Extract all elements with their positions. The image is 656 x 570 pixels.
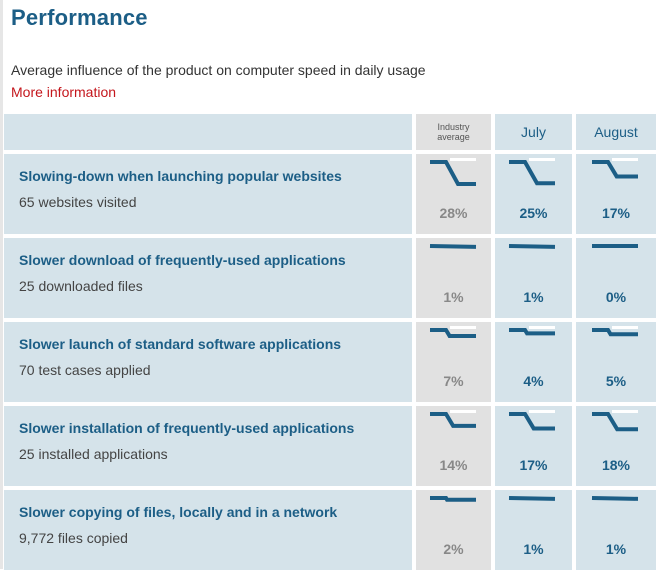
month-2-cell: 17%: [576, 154, 656, 234]
trend-line: [429, 244, 477, 249]
industry-cell: 2%: [416, 490, 491, 570]
row-subtitle: 9,772 files copied: [19, 530, 128, 546]
header-month-2: August: [576, 114, 656, 150]
month-1-cell: 1%: [495, 490, 572, 570]
trend-line: [592, 412, 638, 432]
month-1-value: 1%: [523, 541, 544, 557]
slowdown-trend-icon: [430, 496, 476, 502]
slowdown-trend-icon: [429, 244, 477, 249]
row-title: Slower download of frequently-used appli…: [19, 252, 346, 268]
row-subtitle: 25 downloaded files: [19, 278, 143, 294]
slowdown-trend-icon: [592, 410, 638, 432]
row-label-cell: Slower copying of files, locally and in …: [4, 490, 412, 570]
row-title: Slowing-down when launching popular webs…: [19, 168, 342, 184]
slowdown-trend-icon: [591, 496, 639, 501]
month-1-value: 1%: [523, 289, 544, 305]
row-title: Slower installation of frequently-used a…: [19, 420, 355, 436]
row-title: Slower launch of standard software appli…: [19, 336, 342, 352]
trend-line: [509, 160, 555, 186]
month-1-value: 4%: [523, 373, 544, 389]
slowdown-trend-icon: [509, 158, 555, 186]
slowdown-trend-icon: [592, 244, 638, 248]
month-2-cell: 0%: [576, 238, 656, 318]
row-subtitle: 70 test cases applied: [19, 362, 151, 378]
slowdown-trend-icon: [508, 496, 556, 501]
page-subtitle: Average influence of the product on comp…: [11, 62, 426, 78]
industry-value: 1%: [443, 289, 464, 305]
trend-line: [509, 412, 555, 431]
month-2-cell: 1%: [576, 490, 656, 570]
row-label-cell: Slower installation of frequently-used a…: [4, 406, 412, 486]
month-2-value: 18%: [601, 457, 631, 473]
table-row: Slowing-down when launching popular webs…: [0, 154, 656, 234]
industry-cell: 28%: [416, 154, 491, 234]
trend-line: [430, 160, 476, 186]
table-row: Slower installation of frequently-used a…: [0, 406, 656, 486]
industry-cell: 14%: [416, 406, 491, 486]
slowdown-trend-icon: [430, 158, 476, 186]
industry-value: 7%: [443, 373, 464, 389]
table-row: Slower download of frequently-used appli…: [0, 238, 656, 318]
month-2-value: 17%: [601, 205, 631, 221]
month-2-cell: 18%: [576, 406, 656, 486]
slowdown-trend-icon: [508, 244, 556, 249]
month-1-cell: 17%: [495, 406, 572, 486]
trend-line: [430, 412, 476, 428]
trend-line: [591, 496, 639, 501]
trend-line: [592, 328, 638, 337]
table-header: Industry average July August: [0, 114, 656, 150]
header-label-cell: [4, 114, 412, 150]
trend-line: [508, 496, 556, 501]
row-subtitle: 65 websites visited: [19, 194, 137, 210]
trend-line: [508, 244, 556, 249]
month-2-value: 5%: [605, 373, 627, 389]
table-row: Slower launch of standard software appli…: [0, 322, 656, 402]
slowdown-trend-icon: [509, 326, 555, 336]
industry-value: 14%: [439, 457, 468, 473]
slowdown-trend-icon: [509, 410, 555, 431]
month-1-cell: 25%: [495, 154, 572, 234]
industry-cell: 7%: [416, 322, 491, 402]
month-1-value: 17%: [519, 457, 548, 473]
header-industry-average: Industry average: [416, 114, 491, 150]
industry-value: 2%: [443, 541, 464, 557]
month-2-value: 1%: [605, 541, 627, 557]
more-information-link[interactable]: More information: [11, 84, 116, 100]
slowdown-trend-icon: [430, 326, 476, 338]
slowdown-trend-icon: [592, 326, 638, 337]
row-title: Slower copying of files, locally and in …: [19, 504, 338, 520]
industry-cell: 1%: [416, 238, 491, 318]
month-1-cell: 4%: [495, 322, 572, 402]
row-label-cell: Slowing-down when launching popular webs…: [4, 154, 412, 234]
trend-line: [592, 160, 638, 179]
row-subtitle: 25 installed applications: [19, 446, 168, 462]
month-2-cell: 5%: [576, 322, 656, 402]
industry-value: 28%: [439, 205, 468, 221]
row-label-cell: Slower download of frequently-used appli…: [4, 238, 412, 318]
trend-line: [509, 328, 555, 336]
table-row: Slower copying of files, locally and in …: [0, 490, 656, 570]
month-1-cell: 1%: [495, 238, 572, 318]
slowdown-trend-icon: [592, 158, 638, 179]
trend-line: [430, 328, 476, 338]
header-month-1: July: [495, 114, 572, 150]
trend-line: [430, 496, 476, 502]
header-industry-label: Industry average: [437, 122, 470, 142]
slowdown-trend-icon: [430, 410, 476, 428]
month-1-value: 25%: [519, 205, 548, 221]
month-2-value: 0%: [605, 289, 627, 305]
page-title: Performance: [11, 5, 148, 30]
row-label-cell: Slower launch of standard software appli…: [4, 322, 412, 402]
